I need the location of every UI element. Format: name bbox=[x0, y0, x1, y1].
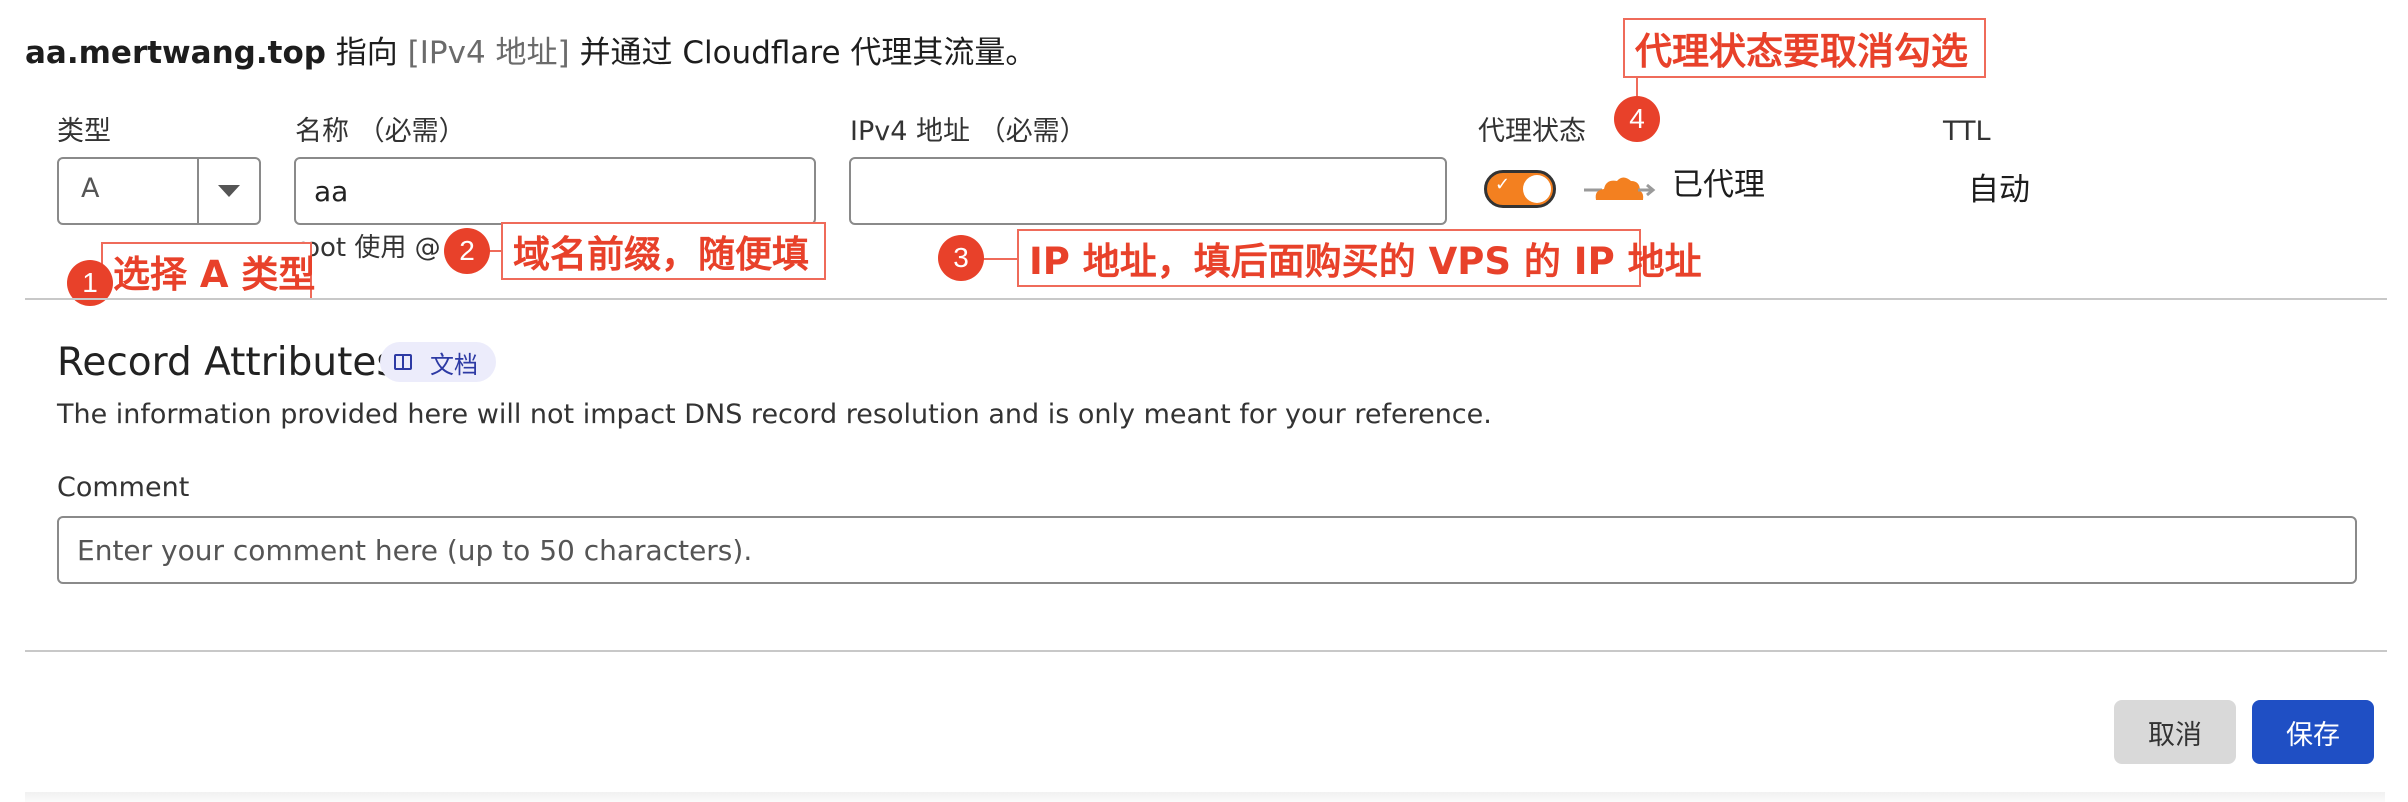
type-label: 类型 bbox=[57, 116, 111, 147]
panel-bottom-edge bbox=[25, 792, 2385, 802]
annotation-callout-4: 代理状态要取消勾选 bbox=[1623, 18, 1986, 78]
save-button[interactable]: 保存 bbox=[2252, 700, 2374, 764]
annotation-callout-1: 选择 A 类型 bbox=[101, 242, 316, 300]
comment-input[interactable] bbox=[57, 516, 2357, 584]
ttl-label: TTL bbox=[1943, 116, 1991, 147]
proxy-status-toggle[interactable]: ✓ bbox=[1484, 170, 1556, 208]
summary-points-to: 指向 bbox=[325, 35, 408, 71]
annotation-callout-2: 域名前缀，随便填 bbox=[501, 222, 826, 280]
cloud-icon bbox=[1584, 177, 1656, 200]
docs-link-label: 文档 bbox=[430, 350, 478, 379]
annotation-badge-3: 3 bbox=[938, 235, 984, 281]
ipv4-label: IPv4 地址 （必需） bbox=[850, 116, 1087, 147]
type-select[interactable]: A bbox=[57, 157, 261, 225]
ttl-value: 自动 bbox=[1968, 172, 2030, 208]
annotation-badge-4: 4 bbox=[1614, 96, 1660, 142]
annotation-text-3: IP 地址，填后面购买的 VPS 的 IP 地址 bbox=[1029, 240, 1702, 283]
record-attributes-description: The information provided here will not i… bbox=[57, 399, 1492, 430]
chevron-down-icon bbox=[218, 185, 240, 197]
ipv4-address-input[interactable] bbox=[849, 157, 1447, 225]
annotation-text-4: 代理状态要取消勾选 bbox=[1635, 30, 1968, 73]
annotation-text-2: 域名前缀，随便填 bbox=[513, 233, 809, 276]
cancel-button[interactable]: 取消 bbox=[2114, 700, 2236, 764]
section-divider bbox=[25, 298, 2387, 300]
book-icon bbox=[394, 354, 412, 370]
comment-label: Comment bbox=[57, 472, 190, 503]
footer-divider bbox=[25, 650, 2387, 652]
summary-record-tag: [IPv4 地址] bbox=[407, 35, 570, 71]
docs-link[interactable]: 文档 bbox=[380, 342, 496, 382]
annotation-badge-2: 2 bbox=[444, 228, 490, 274]
annotation-leader-4 bbox=[1636, 78, 1638, 96]
type-select-toggle[interactable] bbox=[197, 159, 259, 223]
summary-domain: aa.mertwang.top bbox=[25, 35, 326, 71]
name-input[interactable] bbox=[294, 157, 816, 225]
proxy-status-text: 已代理 bbox=[1672, 167, 1765, 203]
summary-proxied-via: 并通过 Cloudflare 代理其流量。 bbox=[569, 35, 1037, 71]
toggle-knob bbox=[1523, 175, 1551, 203]
name-hint: root 使用 @ bbox=[294, 233, 441, 263]
record-attributes-title: Record Attributes bbox=[57, 340, 397, 385]
record-summary: aa.mertwang.top 指向 [IPv4 地址] 并通过 Cloudfl… bbox=[25, 30, 1036, 76]
annotation-callout-3: IP 地址，填后面购买的 VPS 的 IP 地址 bbox=[1017, 229, 1702, 287]
check-icon: ✓ bbox=[1495, 174, 1511, 195]
annotation-text-1: 选择 A 类型 bbox=[113, 253, 316, 296]
type-select-value: A bbox=[81, 173, 100, 204]
annotation-leader-3 bbox=[982, 258, 1018, 260]
name-label: 名称 （必需） bbox=[295, 116, 466, 147]
proxy-status-label: 代理状态 bbox=[1478, 116, 1586, 147]
